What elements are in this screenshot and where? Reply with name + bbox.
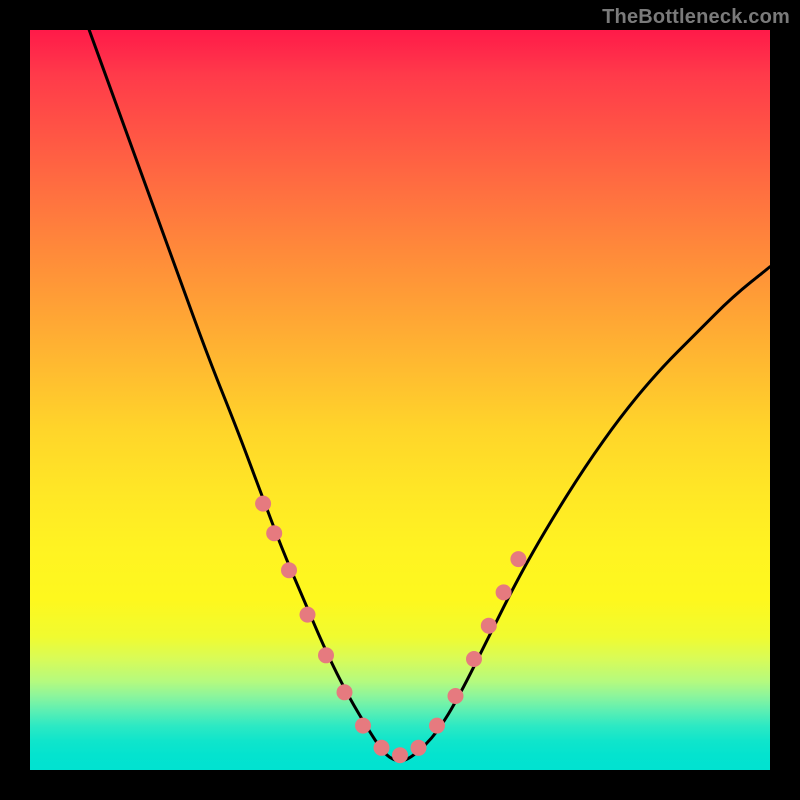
curve-marker [266,525,282,541]
curve-marker [300,607,316,623]
curve-marker [318,647,334,663]
chart-stage: TheBottleneck.com [0,0,800,800]
bottleneck-curve [89,30,770,761]
curve-marker [337,684,353,700]
curve-marker [411,740,427,756]
chart-plot-area [30,30,770,770]
curve-marker [448,688,464,704]
curve-marker [392,747,408,763]
curve-marker [281,562,297,578]
chart-svg [30,30,770,770]
curve-marker [255,496,271,512]
curve-marker [496,584,512,600]
curve-marker [355,718,371,734]
curve-marker [510,551,526,567]
curve-marker [481,618,497,634]
curve-marker [429,718,445,734]
curve-marker [374,740,390,756]
curve-marker [466,651,482,667]
watermark-text: TheBottleneck.com [602,6,790,29]
